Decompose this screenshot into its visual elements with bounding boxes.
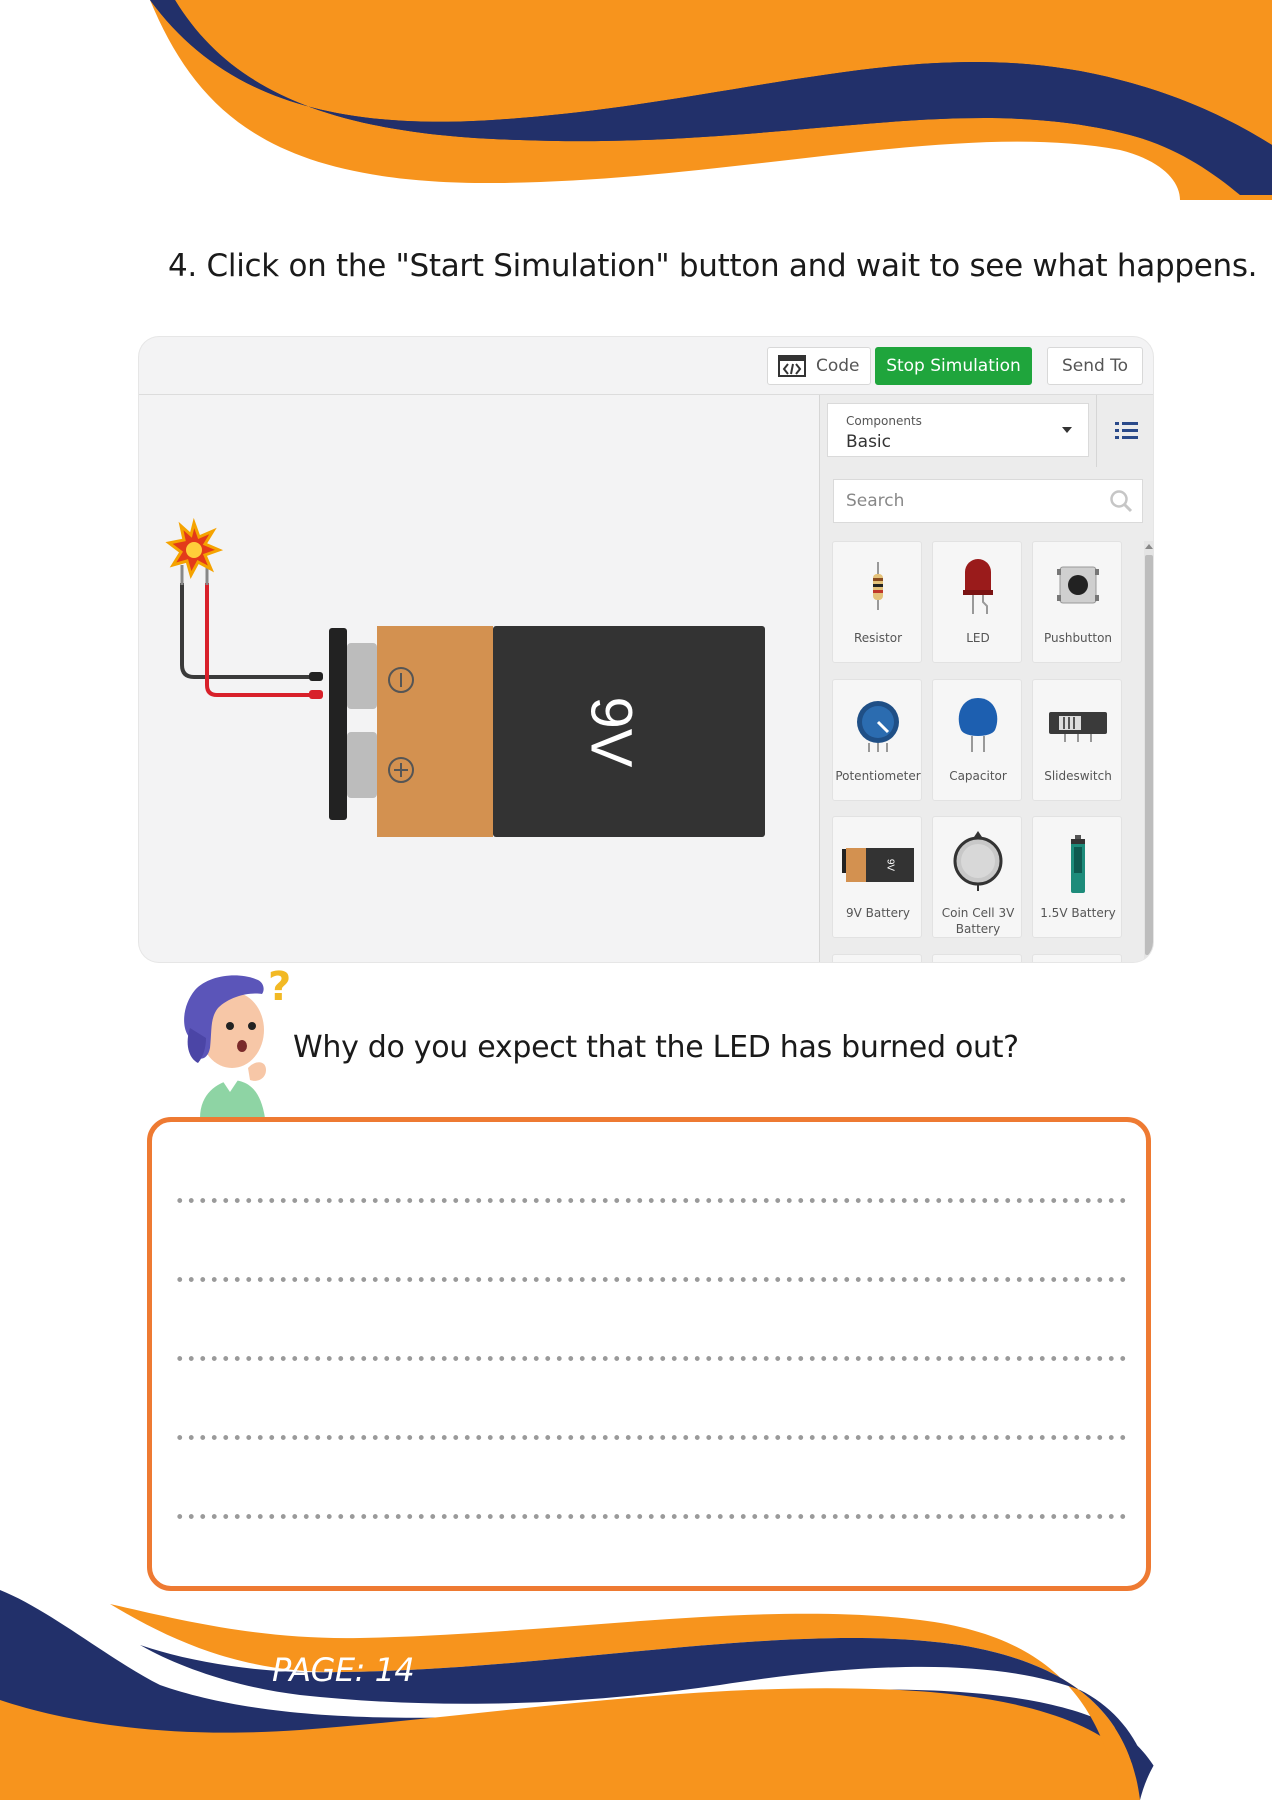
caret-down-icon	[1062, 427, 1072, 433]
thinking-girl-illustration: ?	[184, 968, 291, 1118]
coin-cell-battery-icon	[933, 825, 1023, 897]
slideswitch-icon	[1033, 688, 1123, 760]
footer-wave-accent	[1140, 1680, 1272, 1800]
1-5v-battery-icon	[1033, 825, 1123, 897]
burned-led-icon	[165, 517, 224, 585]
components-dropdown[interactable]: Components Basic	[827, 403, 1089, 457]
component-card-resistor[interactable]: Resistor	[832, 541, 922, 663]
resistor-icon	[833, 550, 923, 622]
circuit-canvas[interactable]: 9V	[139, 395, 819, 962]
pushbutton-icon	[1033, 550, 1123, 622]
simulator-screenshot: Code Stop Simulation Send To 9V Componen…	[139, 337, 1153, 962]
answer-line[interactable]	[174, 1198, 1126, 1203]
component-card-capacitor[interactable]: Capacitor	[932, 679, 1022, 801]
code-button[interactable]: Code	[767, 347, 871, 385]
question-text: Why do you expect that the LED has burne…	[293, 1030, 1019, 1065]
component-card-partial[interactable]	[932, 954, 1022, 962]
list-icon	[1115, 422, 1138, 439]
search-box[interactable]	[833, 479, 1143, 523]
component-card-potentiometer[interactable]: Potentiometer	[832, 679, 922, 801]
answer-box[interactable]	[147, 1117, 1151, 1591]
components-panel: Components Basic Resistor LED	[819, 395, 1153, 962]
black-wire	[180, 583, 319, 679]
battery-9v-label: 9V	[579, 697, 644, 768]
send-to-button[interactable]: Send To	[1047, 347, 1143, 385]
capacitor-icon	[933, 688, 1023, 760]
component-card-slideswitch[interactable]: Slideswitch	[1032, 679, 1122, 801]
led-icon	[933, 550, 1023, 622]
footer-wave-decoration	[0, 1590, 1272, 1800]
component-card-9v-battery[interactable]: 9V 9V Battery	[832, 816, 922, 938]
answer-line[interactable]	[174, 1356, 1126, 1361]
answer-line[interactable]	[174, 1435, 1126, 1440]
panel-scrollbar[interactable]	[1144, 541, 1153, 962]
list-view-button[interactable]	[1096, 395, 1153, 467]
search-icon	[1108, 488, 1134, 514]
svg-text:9V: 9V	[885, 859, 896, 872]
header-wave-decoration	[150, 0, 1272, 200]
search-input[interactable]	[844, 490, 1098, 512]
answer-line[interactable]	[174, 1514, 1126, 1519]
dropdown-caption: Components	[846, 414, 922, 428]
simulator-toolbar: Code Stop Simulation Send To	[139, 337, 1153, 395]
component-card-partial[interactable]	[832, 954, 922, 962]
question-mark: ?	[268, 968, 291, 1010]
code-icon	[778, 355, 806, 377]
component-card-led[interactable]: LED	[932, 541, 1022, 663]
scrollbar-thumb[interactable]	[1145, 555, 1153, 955]
potentiometer-icon	[833, 688, 923, 760]
code-button-label: Code	[816, 356, 860, 376]
stop-simulation-button[interactable]: Stop Simulation	[875, 347, 1032, 385]
9v-battery-icon: 9V	[329, 626, 765, 837]
dropdown-value: Basic	[846, 432, 892, 452]
component-card-coin-cell[interactable]: Coin Cell 3V Battery	[932, 816, 1022, 938]
component-grid: Resistor LED Pushbutton Potentiometer Ca…	[820, 541, 1142, 962]
component-card-pushbutton[interactable]: Pushbutton	[1032, 541, 1122, 663]
answer-line[interactable]	[174, 1277, 1126, 1282]
component-card-1-5v-battery[interactable]: 1.5V Battery	[1032, 816, 1122, 938]
component-card-partial[interactable]	[1032, 954, 1122, 962]
9v-battery-icon: 9V	[833, 825, 923, 897]
instruction-text: 4. Click on the "Start Simulation" butto…	[168, 248, 1258, 284]
page-number: PAGE: 14	[272, 1651, 415, 1689]
